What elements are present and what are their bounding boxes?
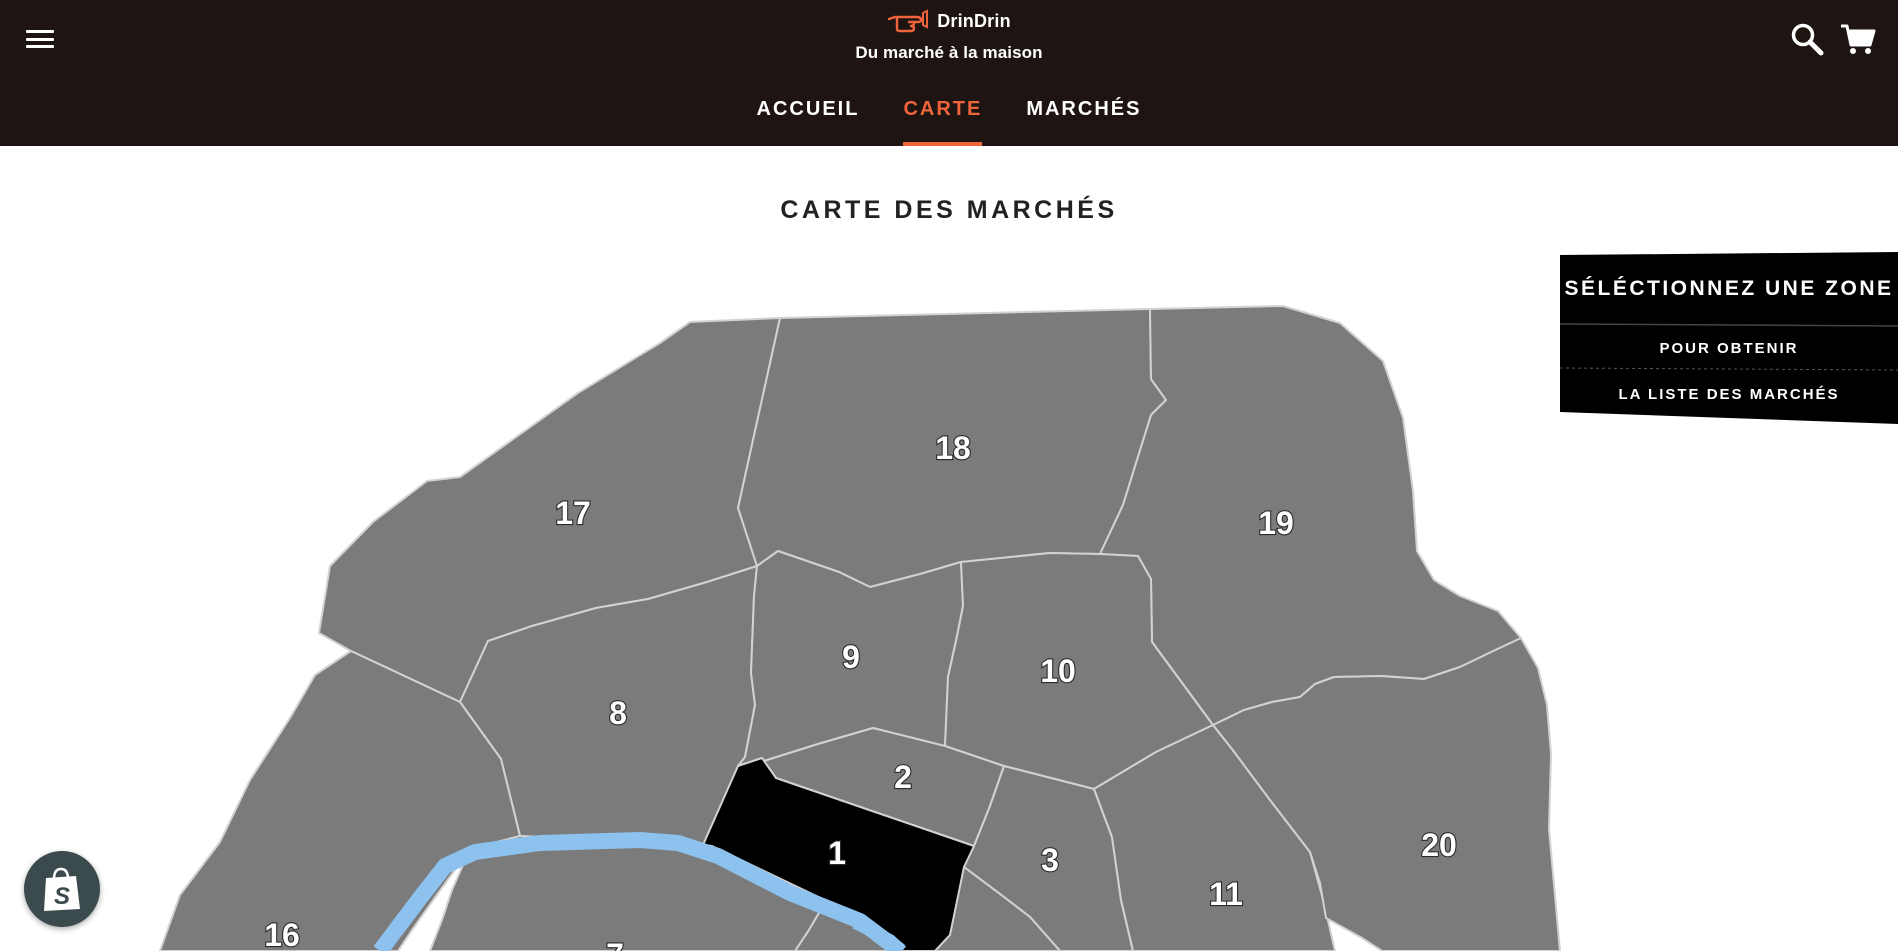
label-11: 11 [1209, 876, 1243, 912]
shopify-bag-icon[interactable]: S [24, 851, 100, 927]
label-1: 1 [828, 835, 846, 871]
label-17: 17 [555, 495, 591, 531]
brand-tagline: Du marché à la maison [855, 43, 1043, 62]
zone-panel-line-2: LA LISTE DES MARCHÉS [1618, 386, 1840, 403]
select-zone-panel: SÉLÉCTIONNEZ UNE ZONE POUR OBTENIR LA LI… [1560, 252, 1898, 424]
search-icon[interactable] [1790, 22, 1824, 56]
brand-name: DrinDrin [937, 10, 1011, 31]
label-2: 2 [894, 759, 912, 795]
page-title: CARTE DES MARCHÉS [780, 196, 1118, 224]
nav-accueil[interactable]: ACCUEIL [757, 98, 860, 146]
label-10: 10 [1040, 653, 1076, 689]
label-8: 8 [609, 695, 627, 731]
label-18: 18 [935, 430, 971, 466]
label-16: 16 [264, 917, 300, 951]
brand[interactable]: DrinDrin Du marché à la maison [0, 8, 1898, 63]
label-3: 3 [1041, 842, 1059, 878]
cart-icon[interactable] [1840, 22, 1876, 56]
zone-panel-line-1: POUR OBTENIR [1659, 340, 1799, 357]
label-7: 7 [606, 937, 624, 951]
main-nav: ACCUEIL CARTE MARCHÉS [0, 98, 1898, 146]
nav-carte[interactable]: CARTE [903, 98, 983, 146]
label-19: 19 [1258, 505, 1294, 541]
label-9: 9 [842, 639, 860, 675]
nav-marches[interactable]: MARCHÉS [1026, 98, 1141, 146]
label-20: 20 [1421, 827, 1457, 863]
zone-panel-title: SÉLÉCTIONNEZ UNE ZONE [1564, 277, 1894, 300]
site-header: DrinDrin Du marché à la maison ACCUEIL C… [0, 0, 1898, 146]
pointing-hand-logo-icon [887, 9, 929, 33]
shopify-letter: S [54, 883, 70, 910]
